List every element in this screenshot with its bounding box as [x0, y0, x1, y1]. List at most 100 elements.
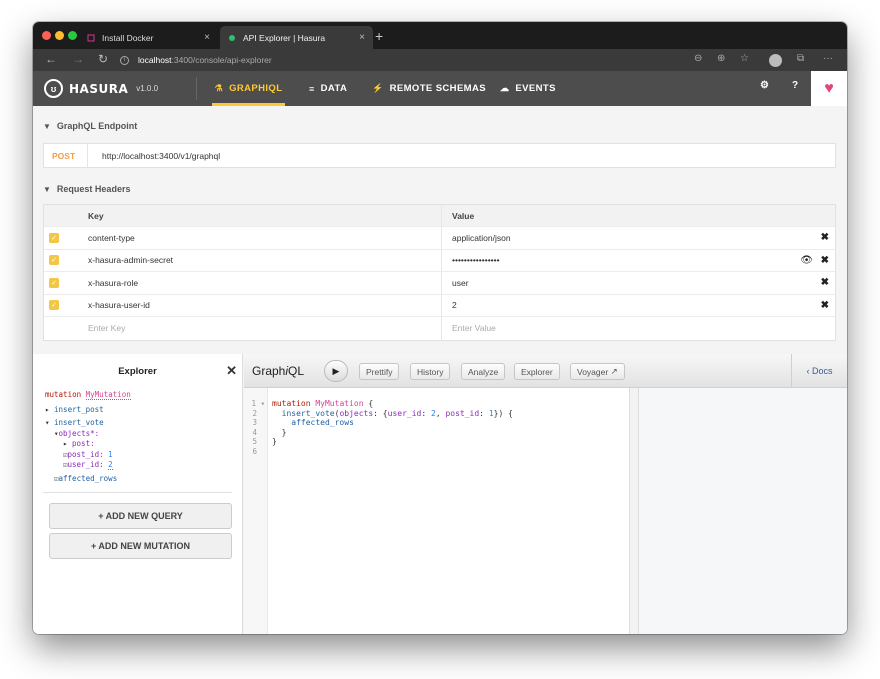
field-name: insert_post — [54, 404, 104, 414]
execute-query-button[interactable]: ▶ — [324, 360, 348, 382]
new-key-input[interactable]: Enter Key — [88, 323, 125, 333]
analyze-button[interactable]: Analyze — [461, 363, 506, 380]
tab-api-explorer[interactable]: API Explorer | Hasura × — [220, 26, 373, 49]
tree-item-insert-vote[interactable]: ▾ insert_vote — [45, 418, 242, 429]
editor-splitter[interactable] — [629, 388, 639, 634]
arg-value[interactable]: 2 — [108, 460, 113, 470]
divider — [43, 492, 232, 493]
zoom-out-icon[interactable]: ⊖ — [694, 53, 702, 64]
query-editor[interactable]: mutation MyMutation { insert_vote(object… — [272, 388, 627, 447]
nav-events-label: EVENTS — [515, 83, 556, 94]
tree-item-affected-rows[interactable]: ☑affected_rows — [45, 474, 242, 485]
header-enabled-checkbox[interactable]: ✓ — [49, 255, 59, 266]
help-button[interactable]: ? — [792, 80, 798, 91]
nav-graphiql[interactable]: ⚗ GRAPHIQL — [212, 71, 285, 106]
delete-header-icon[interactable]: ✖ — [821, 232, 829, 243]
tree-item-objects[interactable]: ▾objects*: — [45, 429, 242, 440]
show-secret-eye-icon[interactable]: 👁 — [800, 255, 813, 266]
header-enabled-checkbox[interactable]: ✓ — [49, 277, 59, 288]
header-enabled-checkbox[interactable]: ✓ — [49, 300, 59, 311]
url-field[interactable]: i localhost:3400/console/api-explorer — [120, 52, 665, 68]
endpoint-url[interactable]: http://localhost:3400/v1/graphql — [88, 151, 220, 161]
settings-gear-icon[interactable]: ⚙ — [760, 80, 769, 91]
delete-header-icon[interactable]: ✖ — [821, 300, 829, 311]
operation-name[interactable]: MyMutation — [85, 390, 131, 400]
minimize-window-button[interactable] — [55, 31, 64, 40]
address-bar: ← → ↻ i localhost:3400/console/api-explo… — [33, 49, 847, 71]
tree-item-post[interactable]: ▸ post: — [45, 439, 242, 450]
version-label: v1.0.0 — [136, 84, 159, 93]
graphql-endpoint-toggle[interactable]: ▼ GraphQL Endpoint — [43, 121, 137, 131]
close-icon[interactable]: ✕ — [226, 363, 237, 379]
line-number: 4 — [252, 427, 257, 437]
plug-icon: ⚡ — [372, 83, 384, 93]
tab-title: API Explorer | Hasura — [243, 32, 326, 43]
tree-item-insert-post[interactable]: ▸ insert_post — [45, 405, 242, 416]
nav-remote-schemas[interactable]: ⚡ REMOTE SCHEMAS — [372, 71, 486, 106]
nav-data[interactable]: ≡ DATA — [309, 71, 347, 106]
header-value[interactable]: •••••••••••••••• — [452, 255, 500, 265]
tree-item-post-id[interactable]: ☑post_id: 1 — [45, 450, 242, 461]
header-key[interactable]: x-hasura-admin-secret — [88, 255, 173, 265]
add-new-mutation-button[interactable]: + ADD NEW MUTATION — [49, 533, 232, 559]
arg-name: user_id: — [67, 460, 104, 469]
header-value[interactable]: application/json — [452, 233, 511, 243]
header-value[interactable]: 2 — [452, 300, 457, 310]
nav-graphiql-label: GRAPHIQL — [229, 83, 283, 94]
add-new-query-button[interactable]: + ADD NEW QUERY — [49, 503, 232, 529]
header-key[interactable]: x-hasura-role — [88, 278, 138, 288]
history-button[interactable]: History — [410, 363, 451, 380]
arg-value[interactable]: 1 — [108, 450, 113, 459]
info-icon: i — [120, 55, 129, 65]
column-divider — [441, 317, 442, 340]
header-value[interactable]: user — [452, 278, 469, 288]
hasura-logo[interactable]: ʊ HASURA v1.0.0 — [44, 79, 158, 98]
prettify-button[interactable]: Prettify — [359, 363, 400, 380]
close-window-button[interactable] — [42, 31, 51, 40]
logo-text: HASURA — [69, 81, 129, 96]
endpoint-bar: POST http://localhost:3400/v1/graphql — [43, 143, 836, 168]
reload-icon[interactable]: ↻ — [98, 52, 108, 66]
fold-caret-icon[interactable]: ▾ — [260, 399, 265, 408]
heart-icon[interactable]: ♥ — [811, 71, 847, 106]
delete-header-icon[interactable]: ✖ — [821, 255, 829, 266]
header-row: ✓ x-hasura-role user ✖ — [44, 272, 835, 295]
line-number: 5 — [252, 437, 257, 446]
graphiql-toolbar: GraphiQL ▶ Prettify History Analyze Expl… — [244, 354, 847, 388]
request-headers-toggle[interactable]: ▼ Request Headers — [43, 184, 130, 194]
docs-button[interactable]: ‹ Docs — [791, 354, 847, 388]
code-operation-name: MyMutation — [315, 399, 364, 408]
back-icon[interactable]: ← — [45, 52, 57, 66]
header-key[interactable]: content-type — [88, 233, 135, 243]
new-tab-button[interactable]: + — [375, 28, 383, 44]
tab-close-icon[interactable]: × — [359, 32, 365, 43]
header-enabled-checkbox[interactable]: ✓ — [49, 232, 59, 243]
new-value-input[interactable]: Enter Value — [452, 323, 496, 333]
nav-data-label: DATA — [320, 83, 348, 94]
favorite-star-icon[interactable]: ☆ — [740, 53, 749, 64]
tree-item-user-id[interactable]: ☑user_id: 2 — [45, 460, 242, 471]
play-icon: ▶ — [332, 365, 340, 376]
tab-close-icon[interactable]: × — [204, 32, 210, 43]
header-key[interactable]: x-hasura-user-id — [88, 300, 150, 310]
operation-line: mutation MyMutation — [45, 390, 242, 401]
zoom-in-icon[interactable]: ⊕ — [717, 53, 725, 64]
voyager-button[interactable]: Voyager ↗ — [570, 363, 625, 380]
explorer-button[interactable]: Explorer — [514, 363, 560, 380]
nav-events[interactable]: ☁ EVENTS — [500, 71, 556, 106]
code-field: insert_vote — [281, 408, 335, 418]
line-number: 3 — [252, 418, 257, 427]
collections-icon[interactable]: ⧉ — [797, 53, 804, 64]
tab-install-docker[interactable]: Install Docker × — [81, 26, 218, 49]
forward-icon[interactable]: → — [72, 52, 84, 66]
profile-avatar[interactable] — [769, 54, 782, 67]
delete-header-icon[interactable]: ✖ — [821, 277, 829, 288]
maximize-window-button[interactable] — [68, 31, 77, 40]
title-ql: QL — [288, 364, 305, 378]
explorer-header: Explorer ✕ — [33, 354, 242, 388]
voyager-label: Voyager — [577, 366, 609, 377]
code-number: 1 — [488, 408, 494, 418]
more-menu-icon[interactable]: ··· — [823, 53, 833, 64]
hasura-navbar: ʊ HASURA v1.0.0 ⚗ GRAPHIQL ≡ DATA ⚡ REMO… — [33, 71, 847, 106]
column-divider — [441, 227, 442, 249]
